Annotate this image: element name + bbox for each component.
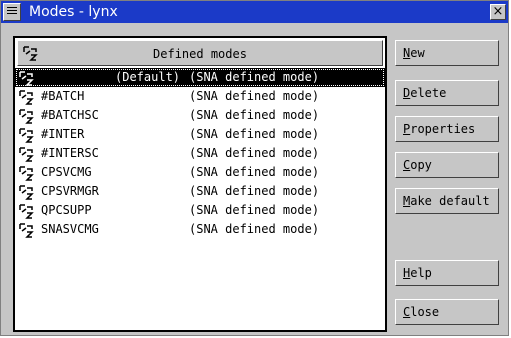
list-item[interactable]: #INTERSC (SNA defined mode) [15,144,385,163]
mode-description: (SNA defined mode) [189,127,320,141]
mode-name: #INTERSC [41,146,99,160]
list-item[interactable]: QPCSUPP (SNA defined mode) [15,201,385,220]
mode-name: CPSVRMGR [41,184,99,198]
copy-button[interactable]: Copy [395,152,499,178]
mode-description: (SNA defined mode) [189,165,320,179]
mode-name: #BATCH [41,89,85,103]
mode-name: SNASVCMG [41,222,99,236]
list-header: Defined modes [17,40,383,66]
close-button[interactable]: Close [395,299,499,325]
list-item[interactable]: #INTER (SNA defined mode) [15,125,385,144]
mode-description: (SNA defined mode) [189,70,320,84]
default-label: (Default) [115,70,181,84]
list-item[interactable]: SNASVCMG (SNA defined mode) [15,220,385,239]
mode-name: QPCSUPP [41,203,92,217]
close-icon[interactable]: × [490,4,506,20]
mode-description: (SNA defined mode) [189,203,320,217]
mode-description: (SNA defined mode) [189,146,320,160]
modes-rows: (Default) (SNA defined mode) #BATCH (SNA de… [15,68,385,239]
title-bar[interactable]: Modes - lynx × [1,1,508,23]
mode-name: CPSVCMG [41,165,92,179]
make-default-button[interactable]: Make default [395,188,499,214]
window-title: Modes - lynx [29,4,118,20]
list-item[interactable]: #BATCHSC (SNA defined mode) [15,106,385,125]
help-button[interactable]: Help [395,260,499,286]
modes-list[interactable]: Defined modes (Default) (SNA defined mode… [13,36,387,332]
list-item[interactable]: CPSVRMGR (SNA defined mode) [15,182,385,201]
new-button[interactable]: New [395,40,499,66]
mode-name: #BATCHSC [41,108,99,122]
list-item[interactable]: #BATCH (SNA defined mode) [15,87,385,106]
list-item[interactable]: (Default) (SNA defined mode) [15,68,385,87]
mode-description: (SNA defined mode) [189,222,320,236]
delete-button[interactable]: Delete [395,80,499,106]
mode-description: (SNA defined mode) [189,108,320,122]
list-item[interactable]: CPSVCMG (SNA defined mode) [15,163,385,182]
modes-window: Modes - lynx × Defined modes (Default) (S… [0,0,509,336]
mode-description: (SNA defined mode) [189,184,320,198]
mode-description: (SNA defined mode) [189,89,320,103]
mode-icon [18,222,34,244]
window-menu-icon[interactable] [3,3,21,21]
properties-button[interactable]: Properties [395,116,499,142]
list-header-label: Defined modes [153,47,247,61]
mode-name: #INTER [41,127,85,141]
